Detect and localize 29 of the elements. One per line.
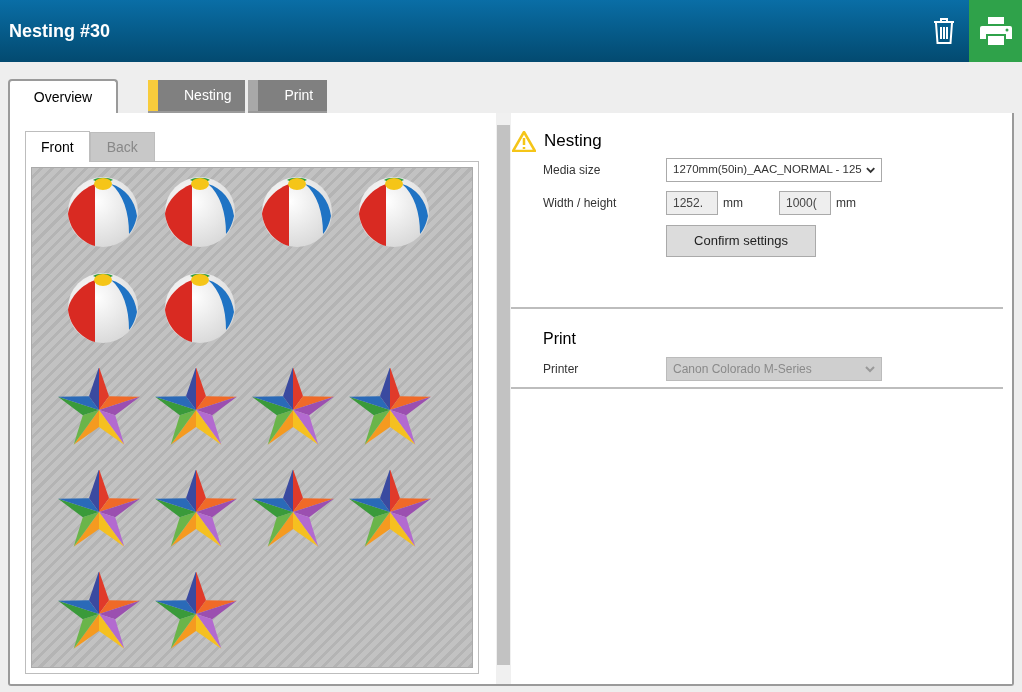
scrollbar-thumb[interactable]	[497, 125, 510, 665]
printer-icon	[979, 16, 1012, 46]
section-title: Print	[543, 329, 577, 349]
beach-ball-drawing	[67, 272, 139, 344]
confirm-settings-button[interactable]: Confirm settings	[666, 225, 816, 257]
field-label: Media size	[543, 162, 602, 179]
width-field[interactable]: 1252.	[666, 191, 718, 215]
beach-ball-drawing	[164, 176, 236, 248]
beach-ball-drawing	[261, 176, 333, 248]
chevron-down-icon	[865, 365, 875, 373]
scrollbar[interactable]	[496, 113, 511, 684]
unit-label: mm	[723, 195, 744, 212]
field-label: Width / height	[543, 195, 618, 212]
tab[interactable]: Nesting	[148, 80, 246, 113]
height-field[interactable]: 1000(	[779, 191, 831, 215]
field-label: Printer	[543, 361, 580, 378]
beach-ball-drawing	[164, 272, 236, 344]
section-title: Nesting	[544, 130, 602, 153]
print-button[interactable]	[969, 0, 1022, 62]
tab[interactable]: Print	[248, 80, 328, 113]
beach-ball-drawing	[67, 176, 139, 248]
tab[interactable]: Overview	[8, 79, 118, 113]
unit-label: mm	[836, 195, 856, 212]
window-title: Nesting #30	[9, 19, 111, 43]
tab[interactable]: Front	[25, 131, 90, 162]
chevron-down-icon	[865, 166, 875, 174]
trash-icon[interactable]	[933, 18, 955, 44]
media-size-select[interactable]: 1270mm(50in)_AAC_NORMAL - 125	[666, 158, 882, 182]
beach-ball-drawing	[358, 176, 430, 248]
